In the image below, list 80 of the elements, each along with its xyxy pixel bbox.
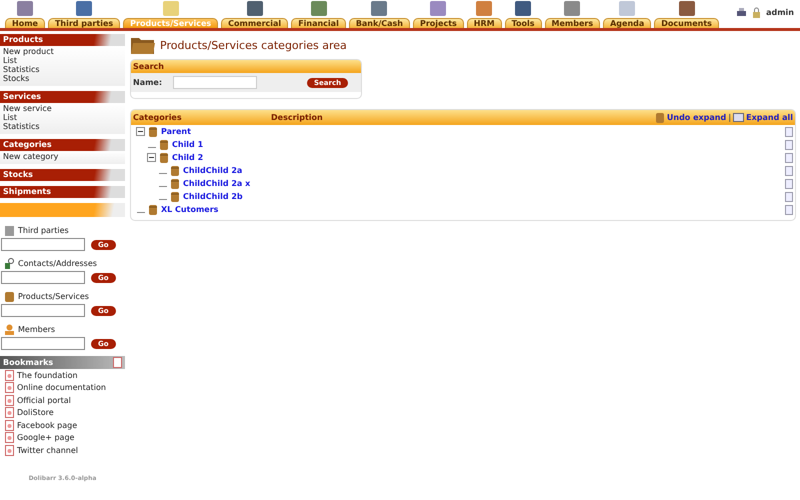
menu-tab[interactable]: Tools (504, 18, 542, 28)
bookmark-link[interactable]: Online documentation (17, 383, 106, 392)
search-field[interactable] (1, 337, 85, 350)
document-icon (5, 444, 14, 456)
menu-tab[interactable]: Agenda (603, 18, 652, 28)
box-icon (170, 165, 180, 176)
menu-link[interactable]: New service (3, 104, 122, 113)
person-icon (4, 324, 15, 335)
category-link[interactable]: XL Cutomers (161, 205, 218, 214)
folder-icon (130, 35, 156, 55)
bookmark-link[interactable]: The foundation (17, 370, 78, 380)
menu-tab[interactable]: Commercial (221, 18, 288, 28)
document-icon[interactable] (113, 357, 122, 368)
search-field[interactable] (1, 304, 85, 317)
menu-tab[interactable]: Documents (654, 18, 719, 28)
document-icon (5, 432, 14, 444)
menu-link[interactable]: List (3, 56, 122, 65)
menu-heading[interactable]: Shipments (0, 186, 125, 198)
document-icon (5, 382, 14, 394)
menu-heading[interactable]: Products (0, 34, 125, 46)
menu-tab[interactable]: Members (544, 18, 600, 28)
separator: | (728, 113, 732, 122)
search-field[interactable] (1, 238, 85, 251)
menu-heading[interactable]: Services (0, 91, 125, 103)
search-label: Products/Services (18, 292, 89, 301)
search-label: Contacts/Addresses (18, 259, 97, 268)
document-icon (5, 370, 14, 381)
printer-icon[interactable] (736, 6, 748, 18)
collapse-toggle[interactable] (147, 153, 156, 162)
bookmark-link[interactable]: Google+ page (17, 433, 74, 442)
menu-link[interactable]: Statistics (3, 65, 122, 74)
menu-tab[interactable]: Financial (291, 18, 346, 28)
box-icon (4, 291, 15, 302)
expand-all-link[interactable]: Expand all (746, 113, 793, 122)
category-link[interactable]: Child 2 (172, 153, 204, 162)
menu-tab[interactable]: Bank/Cash (348, 18, 410, 28)
box-icon (170, 178, 180, 189)
undo-expand-link[interactable]: Undo expand (666, 113, 726, 122)
user-link[interactable]: admin (766, 8, 794, 16)
name-field[interactable] (173, 76, 257, 89)
column-header: Description (271, 113, 323, 122)
lock-icon[interactable] (752, 6, 762, 18)
document-icon (5, 407, 14, 418)
search-field[interactable] (1, 271, 85, 284)
box-icon (170, 191, 180, 202)
column-header: Categories (133, 113, 183, 122)
panel-heading: Search (131, 60, 361, 73)
menu-link[interactable]: Stocks (3, 74, 122, 83)
category-link[interactable]: ChildChild 2b (183, 192, 243, 201)
collapse-toggle[interactable] (136, 127, 145, 136)
bookmark-link[interactable]: Facebook page (17, 420, 78, 430)
menu-heading[interactable]: Categories (0, 139, 125, 151)
box-icon (148, 126, 158, 137)
document-icon (5, 420, 14, 431)
box-icon (148, 204, 158, 215)
search-label: Third parties (18, 226, 69, 235)
category-link[interactable]: Child 1 (172, 140, 204, 149)
menu-tab[interactable]: Home (5, 18, 45, 28)
bookmark-link[interactable]: Twitter channel (17, 446, 78, 455)
menu-link[interactable]: New product (3, 47, 122, 56)
search-label: Members (18, 325, 56, 334)
bookmark-link[interactable]: Official portal (17, 396, 71, 405)
box-icon (654, 112, 665, 123)
menu-tab[interactable]: HRM (466, 18, 502, 28)
bookmark-link[interactable]: DoliStore (17, 408, 54, 418)
box-icon (159, 152, 169, 163)
page-title: Products/Services categories area (160, 38, 347, 52)
bookmarks-heading: Bookmarks (3, 358, 54, 367)
folder-icon (733, 113, 744, 122)
menu-tab[interactable]: Third parties (48, 18, 120, 28)
category-link[interactable]: ChildChild 2a (183, 166, 242, 175)
menu-tab[interactable]: Projects (412, 18, 464, 28)
document-icon (5, 394, 14, 406)
box-icon (159, 139, 169, 150)
menu-link[interactable]: List (3, 113, 122, 122)
category-link[interactable]: Parent (161, 127, 191, 136)
field-label: Name: (133, 78, 164, 87)
menu-heading[interactable]: Stocks (0, 169, 125, 181)
category-link[interactable]: ChildChild 2a x (183, 179, 250, 188)
menu-link[interactable]: Statistics (3, 122, 122, 131)
